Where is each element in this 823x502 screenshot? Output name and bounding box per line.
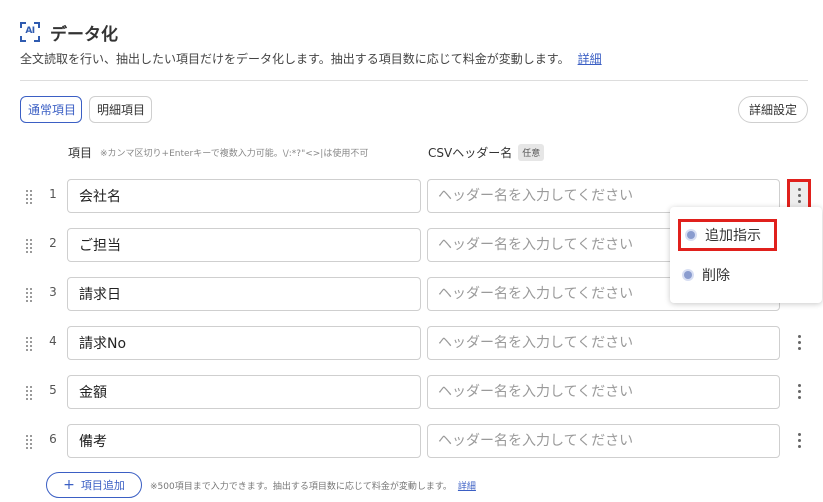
item-name-input[interactable] — [67, 179, 421, 213]
tab-normal-items[interactable]: 通常項目 — [20, 96, 82, 123]
more-options-icon[interactable] — [787, 375, 811, 407]
item-name-input[interactable] — [67, 375, 421, 409]
ai-icon: AI — [20, 22, 40, 42]
item-row: 5 — [0, 375, 823, 425]
item-name-input[interactable] — [67, 424, 421, 458]
plus-icon: + — [63, 477, 75, 493]
column-item-label: 項目 — [68, 146, 93, 160]
menu-bullet-icon — [684, 271, 692, 279]
item-name-input[interactable] — [67, 326, 421, 360]
csv-header-input[interactable] — [427, 424, 780, 458]
section-description: 全文読取を行い、抽出したい項目だけをデータ化します。抽出する項目数に応じて料金が… — [20, 50, 602, 67]
section-header: AI データ化 — [20, 18, 118, 46]
page-title: データ化 — [50, 24, 118, 45]
optional-badge: 任意 — [518, 144, 545, 161]
footer-note: ※500項目まで入力できます。抽出する項目数に応じて料金が変動します。 詳細 — [150, 479, 476, 492]
description-text: 全文読取を行い、抽出したい項目だけをデータ化します。抽出する項目数に応じて料金が… — [20, 52, 570, 66]
item-row: 6 — [0, 424, 823, 474]
column-item-note: ※カンマ区切り+Enterキーで複数入力可能。\/:*?"<>|は使用不可 — [100, 149, 369, 159]
footer-note-text: ※500項目まで入力できます。抽出する項目数に応じて料金が変動します。 — [150, 481, 452, 492]
detail-settings-button[interactable]: 詳細設定 — [738, 96, 808, 123]
csv-header-input[interactable] — [427, 375, 780, 409]
tab-detail-items[interactable]: 明細項目 — [89, 96, 152, 123]
menu-item-add-instruction[interactable]: 追加指示 — [678, 219, 777, 251]
csv-header-input[interactable] — [427, 326, 780, 360]
add-item-button[interactable]: + 項目追加 — [46, 472, 142, 498]
column-header-csv: CSVヘッダー名 任意 — [428, 144, 545, 161]
drag-handle-icon[interactable] — [24, 288, 34, 302]
row-number: 2 — [49, 236, 57, 250]
add-item-label: 項目追加 — [80, 479, 125, 492]
row-context-menu: 追加指示 削除 — [670, 207, 822, 303]
item-name-input[interactable] — [67, 277, 421, 311]
footer: + 項目追加 ※500項目まで入力できます。抽出する項目数に応じて料金が変動しま… — [46, 472, 476, 498]
menu-item-label: 削除 — [702, 268, 730, 284]
drag-handle-icon[interactable] — [24, 337, 34, 351]
item-row: 4 — [0, 326, 823, 376]
more-options-icon[interactable] — [787, 424, 811, 456]
description-detail-link[interactable]: 詳細 — [578, 52, 602, 66]
drag-handle-icon[interactable] — [24, 386, 34, 400]
row-number: 5 — [49, 383, 57, 397]
menu-item-label: 追加指示 — [705, 228, 761, 244]
menu-bullet-icon — [687, 231, 695, 239]
drag-handle-icon[interactable] — [24, 239, 34, 253]
row-number: 3 — [49, 285, 57, 299]
footer-detail-link[interactable]: 詳細 — [458, 482, 476, 492]
row-number: 6 — [49, 432, 57, 446]
menu-item-delete[interactable]: 削除 — [678, 259, 730, 291]
row-number: 1 — [49, 187, 57, 201]
drag-handle-icon[interactable] — [24, 190, 34, 204]
column-header-item: 項目 ※カンマ区切り+Enterキーで複数入力可能。\/:*?"<>|は使用不可 — [68, 144, 368, 161]
more-options-icon[interactable] — [787, 326, 811, 358]
drag-handle-icon[interactable] — [24, 435, 34, 449]
item-name-input[interactable] — [67, 228, 421, 262]
column-csv-label: CSVヘッダー名 — [428, 146, 513, 160]
divider — [20, 80, 808, 81]
row-number: 4 — [49, 334, 57, 348]
